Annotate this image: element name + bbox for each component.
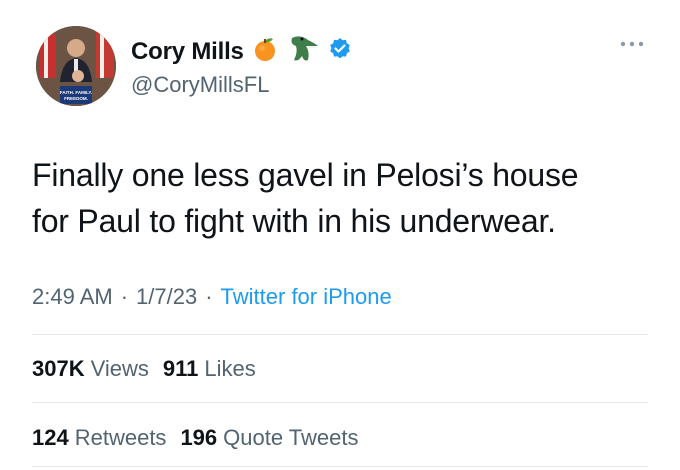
likes-label: Likes	[204, 356, 256, 381]
meta-separator: ·	[120, 284, 129, 309]
user-handle[interactable]: @CoryMillsFL	[131, 72, 269, 98]
quote-tweets-stat[interactable]: 196 Quote Tweets	[180, 425, 358, 451]
retweets-stat[interactable]: 124 Retweets	[32, 425, 166, 451]
tweet-text-line: Finally one less gavel in Pelosi’s house	[32, 157, 579, 193]
retweets-count: 124	[32, 425, 69, 450]
likes-stat[interactable]: 911 Likes	[163, 356, 256, 382]
views-stat[interactable]: 307K Views	[32, 356, 149, 382]
svg-text:FAITH. FAMILY.: FAITH. FAMILY.	[60, 90, 92, 95]
svg-text:FREEDOM.: FREEDOM.	[64, 96, 88, 101]
stats-row-retweets-quotes: 124 Retweets 196 Quote Tweets	[32, 425, 373, 451]
retweets-label: Retweets	[74, 425, 167, 450]
tweet-date[interactable]: 1/7/23	[136, 284, 197, 310]
meta-separator: ·	[205, 284, 213, 309]
avatar-photo: FAITH. FAMILY. FREEDOM.	[36, 26, 116, 106]
likes-count: 911	[162, 356, 199, 381]
views-count: 307K	[32, 356, 85, 381]
tweet-text: Finally one less gavel in Pelosi’s house…	[32, 152, 652, 244]
divider	[32, 334, 648, 335]
avatar[interactable]: FAITH. FAMILY. FREEDOM.	[36, 26, 116, 106]
views-label: Views	[90, 356, 149, 381]
quotes-count: 196	[180, 425, 218, 450]
divider	[32, 466, 648, 467]
tweet-text-line: for Paul to fight with in his underwear.	[32, 203, 556, 239]
stats-row-views-likes: 307K Views 911 Likes	[32, 356, 270, 382]
orange-emoji-icon	[252, 36, 278, 67]
display-name[interactable]: Cory Mills	[131, 38, 244, 66]
user-name-row: Cory Mills	[131, 34, 352, 69]
verified-badge-icon[interactable]	[328, 37, 352, 66]
tweet-source-link[interactable]: Twitter for iPhone	[221, 284, 392, 310]
tweet-time[interactable]: 2:49 AM	[32, 284, 113, 310]
divider	[32, 402, 648, 403]
alligator-emoji-icon	[286, 34, 320, 69]
more-options-icon[interactable]	[619, 36, 645, 54]
tweet-meta: 2:49 AM · 1/7/23 · Twitter for iPhone	[32, 284, 392, 310]
quotes-label: Quote Tweets	[223, 425, 359, 450]
